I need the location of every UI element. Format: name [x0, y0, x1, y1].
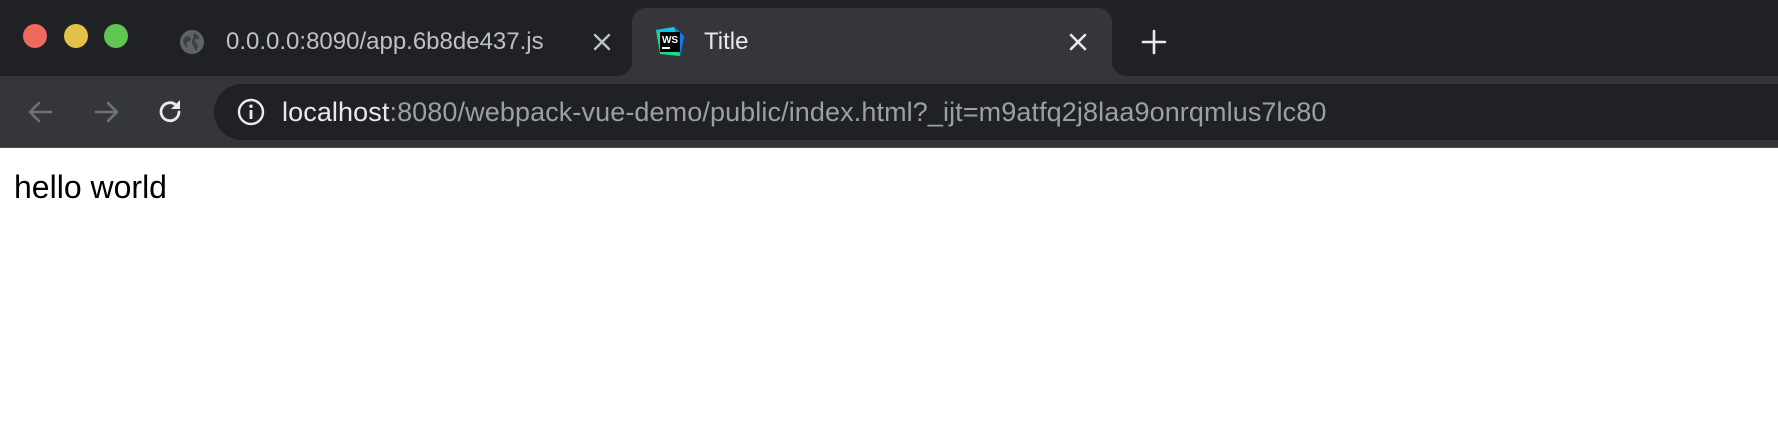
browser-window: 0.0.0.0:8090/app.6b8de437.js WS Title lo… — [0, 0, 1778, 422]
close-icon[interactable] — [1066, 30, 1090, 54]
url-path: :8080/webpack-vue-demo/public/index.html… — [389, 97, 1327, 127]
window-close-button[interactable] — [23, 24, 47, 48]
webstorm-icon: WS — [656, 27, 684, 56]
url-host: localhost — [282, 97, 390, 127]
new-tab-plus-icon[interactable] — [1140, 28, 1168, 56]
address-url[interactable]: localhost:8080/webpack-vue-demo/public/i… — [282, 98, 1326, 126]
webstorm-icon-text: WS — [662, 35, 678, 46]
page-text: hello world — [14, 169, 167, 205]
back-arrow-icon[interactable] — [25, 96, 57, 128]
info-icon[interactable] — [236, 97, 266, 127]
globe-icon — [180, 30, 204, 54]
browser-toolbar: localhost:8080/webpack-vue-demo/public/i… — [0, 76, 1778, 148]
tab-title-active[interactable]: WS Title — [632, 8, 1112, 76]
tab-strip: 0.0.0.0:8090/app.6b8de437.js WS Title — [0, 0, 1778, 76]
tab-title: Title — [704, 28, 749, 55]
close-icon[interactable] — [590, 30, 614, 54]
tab-app-js[interactable]: 0.0.0.0:8090/app.6b8de437.js — [160, 8, 630, 76]
tab-title: 0.0.0.0:8090/app.6b8de437.js — [226, 28, 544, 55]
reload-icon[interactable] — [154, 96, 186, 128]
window-zoom-button[interactable] — [104, 24, 128, 48]
address-bar[interactable]: localhost:8080/webpack-vue-demo/public/i… — [214, 84, 1778, 140]
window-minimize-button[interactable] — [64, 24, 88, 48]
forward-arrow-icon[interactable] — [90, 96, 122, 128]
page-content: hello world — [0, 148, 1778, 422]
